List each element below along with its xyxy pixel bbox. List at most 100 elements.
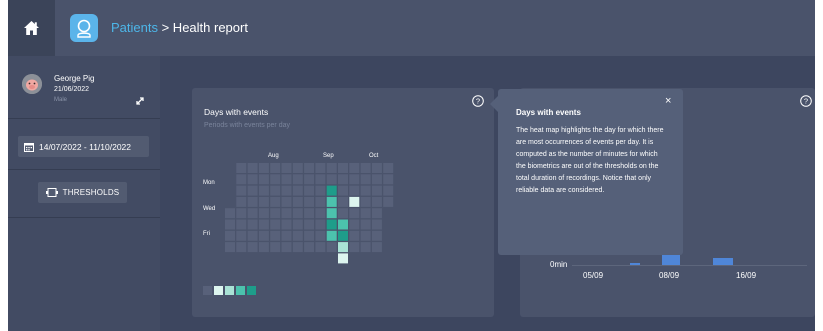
legend-swatch	[214, 286, 223, 295]
avatar	[22, 74, 42, 94]
tooltip-arrow	[490, 96, 498, 112]
help-icon[interactable]: ?	[800, 95, 812, 107]
heatmap-cell	[304, 242, 315, 253]
heatmap-cell	[315, 208, 326, 219]
heatmap-cell	[236, 174, 247, 185]
heatmap-cell	[236, 242, 247, 253]
heatmap-cell	[236, 230, 247, 241]
heatmap-cell	[383, 163, 394, 173]
heatmap-cell	[236, 208, 247, 219]
legend-swatch	[247, 286, 256, 295]
heatmap-cell	[338, 242, 348, 253]
heatmap-cell	[326, 185, 337, 196]
heatmap-cell	[225, 219, 235, 230]
heatmap-cell	[247, 174, 258, 185]
heatmap-cell	[371, 196, 382, 207]
thresholds-icon	[45, 188, 58, 197]
heatmap-cell	[304, 185, 315, 196]
heatmap-cell	[349, 208, 360, 219]
heatmap-cell	[349, 230, 360, 241]
heatmap-cell	[304, 174, 315, 185]
x-tick-label: 16/09	[736, 271, 757, 280]
home-icon	[24, 21, 39, 35]
heatmap-cell	[326, 196, 337, 207]
heatmap-cell	[371, 219, 382, 230]
heatmap-cell	[236, 219, 247, 230]
heatmap-cell	[225, 208, 235, 219]
heatmap-cell	[338, 219, 348, 230]
heatmap-cell	[281, 163, 292, 173]
heatmap-cell	[281, 196, 292, 207]
heatmap-cell	[247, 242, 258, 253]
heatmap-cell	[360, 196, 371, 207]
heatmap-cell	[304, 208, 315, 219]
heatmap-cell	[360, 163, 371, 173]
heatmap-cell	[270, 196, 281, 207]
heatmap-cell	[292, 242, 303, 253]
heatmap-cell	[281, 174, 292, 185]
patient-sex: Male	[54, 97, 68, 103]
thresholds-label: THRESHOLDS	[62, 188, 120, 197]
heatmap-cell	[270, 185, 281, 196]
expand-icon[interactable]	[135, 96, 145, 106]
heatmap-cell	[371, 163, 382, 173]
heatmap-cell	[338, 196, 348, 207]
heatmap-cell	[258, 185, 269, 196]
heatmap-cell	[281, 208, 292, 219]
heatmap-cell	[315, 196, 326, 207]
heatmap-cell	[247, 230, 258, 241]
heatmap-cell	[349, 174, 360, 185]
heatmap-cell	[281, 185, 292, 196]
heatmap-cell	[315, 219, 326, 230]
heatmap-cell	[349, 196, 360, 207]
heatmap-cell	[304, 196, 315, 207]
heatmap-cell	[258, 219, 269, 230]
heatmap-cell	[292, 208, 303, 219]
heatmap-cell	[292, 163, 303, 173]
heatmap-cell	[383, 174, 394, 185]
heatmap-cell	[349, 185, 360, 196]
heatmap-cell	[304, 219, 315, 230]
heatmap-cell	[236, 196, 247, 207]
heatmap-cell	[236, 185, 247, 196]
legend-swatch	[225, 286, 234, 295]
breadcrumb: Patients > Health report	[111, 20, 248, 35]
heatmap-cell	[326, 208, 337, 219]
heatmap-cell	[292, 196, 303, 207]
thresholds-button[interactable]: THRESHOLDS	[38, 182, 127, 203]
breadcrumb-patients-link[interactable]: Patients	[111, 20, 158, 35]
heatmap-cell	[225, 242, 235, 253]
heatmap-cell	[315, 163, 326, 173]
heatmap-cell	[371, 230, 382, 241]
heatmap-cell	[292, 185, 303, 196]
close-icon[interactable]: ×	[665, 95, 671, 107]
heatmap-cell	[326, 230, 337, 241]
heatmap-cell	[326, 174, 337, 185]
heatmap-cell	[258, 163, 269, 173]
heatmap-cell	[270, 242, 281, 253]
heatmap-cell	[258, 174, 269, 185]
heatmap-card: Days with events Periods with events per…	[192, 88, 494, 317]
heatmap-cell	[292, 174, 303, 185]
home-button[interactable]	[8, 0, 55, 56]
patient-app-icon	[70, 14, 98, 42]
heatmap-cell	[270, 208, 281, 219]
heatmap-cell	[360, 219, 371, 230]
heatmap-cell	[270, 230, 281, 241]
heatmap-cell	[326, 219, 337, 230]
heatmap-cell	[338, 185, 348, 196]
heatmap-cell	[247, 219, 258, 230]
heatmap-cell	[270, 163, 281, 173]
heatmap-cell	[225, 230, 235, 241]
heatmap-cell	[383, 196, 394, 207]
help-tooltip: Days with events × The heat map highligh…	[498, 89, 683, 255]
heatmap-cell	[292, 219, 303, 230]
heatmap-cell	[371, 185, 382, 196]
heatmap-cell	[292, 230, 303, 241]
date-range-button[interactable]: 14/07/2022 - 11/10/2022	[18, 136, 149, 157]
heatmap-cell	[315, 185, 326, 196]
heatmap-cell	[258, 230, 269, 241]
heatmap-cell	[270, 174, 281, 185]
heatmap-cell	[349, 219, 360, 230]
heatmap-cell	[360, 174, 371, 185]
